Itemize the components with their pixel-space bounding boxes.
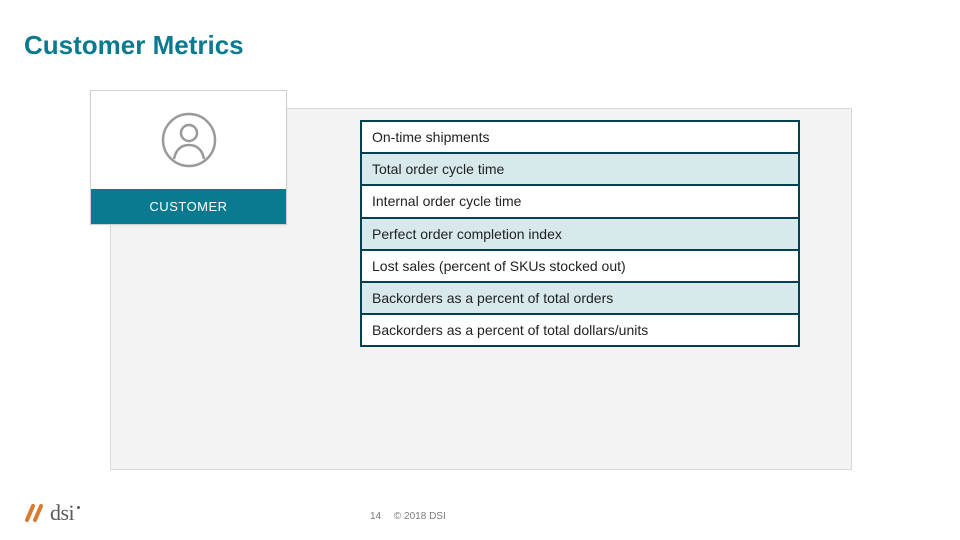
metric-row: On-time shipments — [360, 120, 800, 154]
page-title: Customer Metrics — [24, 30, 244, 61]
metric-row: Internal order cycle time — [360, 186, 800, 218]
slide-footer: 14 © 2018 DSI — [370, 511, 446, 522]
metric-row: Lost sales (percent of SKUs stocked out) — [360, 251, 800, 283]
metric-row: Backorders as a percent of total orders — [360, 283, 800, 315]
dsi-logo-mark — [24, 502, 48, 524]
customer-card: CUSTOMER — [90, 90, 287, 225]
page-number: 14 — [370, 511, 381, 522]
customer-card-icon-area — [91, 91, 286, 189]
metric-row: Total order cycle time — [360, 154, 800, 186]
metrics-list: On-time shipments Total order cycle time… — [360, 120, 800, 347]
person-icon — [161, 112, 217, 168]
copyright-text: © 2018 DSI — [394, 511, 446, 522]
metric-row: Perfect order completion index — [360, 219, 800, 251]
dsi-logo-dot — [77, 506, 80, 509]
dsi-logo-text: dsi — [50, 500, 74, 526]
customer-card-label: CUSTOMER — [91, 189, 286, 224]
metric-row: Backorders as a percent of total dollars… — [360, 315, 800, 347]
dsi-logo: dsi — [24, 500, 80, 526]
